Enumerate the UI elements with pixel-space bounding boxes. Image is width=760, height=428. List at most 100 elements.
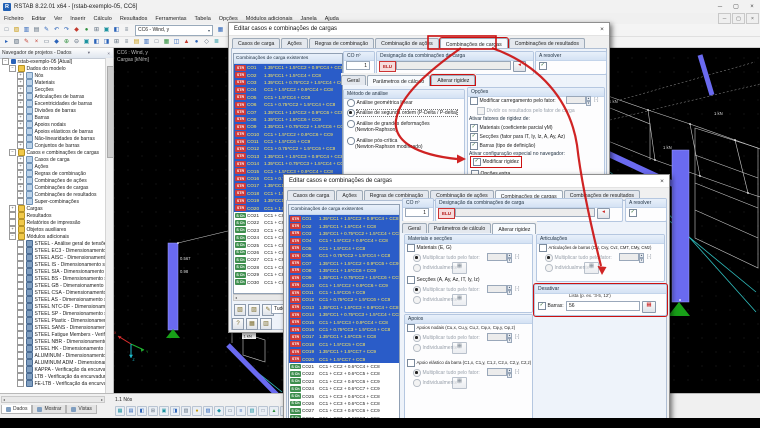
divide-results-checkbox[interactable]: Dividir os resultados pelo fator de carg… <box>477 107 575 115</box>
dialog-title-bar[interactable]: Editar casos e combinações de cargas × <box>229 23 609 36</box>
dialog-tab[interactable]: Combinações de resultados <box>508 38 586 48</box>
tree-item[interactable]: STEEL IS - Dimensionamento segu <box>0 260 106 269</box>
co-number-field[interactable]: 1 <box>346 61 370 70</box>
dialog-close-icon[interactable]: × <box>595 26 609 33</box>
combination-row[interactable]: STR CO13 1.35*CC1 + 1.5*CC3 + 0.9*CC4 + … <box>234 152 342 161</box>
deactivate-members-checkbox[interactable]: ✓ Barras: <box>538 302 564 310</box>
dialog-close-icon[interactable]: × <box>655 178 669 185</box>
tree-item[interactable]: Resultados <box>0 211 106 220</box>
tree-item[interactable]: KAPPA - Verificação da encurvadu <box>0 365 106 374</box>
toolbar-icon[interactable]: ● <box>82 26 91 35</box>
tree-item[interactable]: STEEL Plastic - Dimensionamento <box>0 316 106 325</box>
tree-expander-icon[interactable]: + <box>17 72 24 79</box>
toolbar-icon[interactable]: ≡ <box>122 26 131 35</box>
combination-row[interactable]: STR CO16 CC1 + 0.75*CC3 + 1.5*CC4 + CC8 <box>289 325 399 334</box>
toolbar-icon[interactable]: ▭ <box>42 38 51 47</box>
tree-expander-icon[interactable]: + <box>17 170 24 177</box>
factor-field[interactable] <box>487 368 507 376</box>
tab-alterar-rigidez[interactable]: Alterar rigidez <box>492 223 537 234</box>
tree-expander-icon[interactable] <box>17 359 24 366</box>
members-stiffness-checkbox[interactable]: ✓ Barras (tipo de definição) <box>470 142 535 150</box>
combination-row[interactable]: STR CO7 1.35*CC1 + 1.5*CC2 + 0.9*CC6 + C… <box>234 108 342 116</box>
factor-field[interactable] <box>487 253 507 261</box>
mdi-close-button[interactable]: × <box>746 13 759 24</box>
combination-row[interactable]: S Ch CO27 CC1 + CC3 + 0.6*CC6 + CC9 <box>289 407 399 415</box>
mdi-minimize-button[interactable]: ─ <box>718 13 731 24</box>
maximize-button[interactable]: ▢ <box>728 1 744 13</box>
combination-row[interactable]: STR CO4 CC1 + 1.5*CC2 + 0.9*CC4 + CC8 <box>234 86 342 94</box>
tree-item[interactable]: STEEL CSA - Dimensionamento se <box>0 288 106 297</box>
toolbar-icon[interactable]: ▨ <box>12 38 21 47</box>
load-case-combobox[interactable]: CC6 - Wind, y ▾ <box>135 24 213 36</box>
tree-expander-icon[interactable] <box>17 289 24 296</box>
tree-item[interactable]: STEEL EC3 - Dimensionamento seg <box>0 246 106 255</box>
view-control-icon[interactable]: ● <box>192 406 202 416</box>
tree-expander-icon[interactable] <box>17 380 24 387</box>
materials-stiffness-checkbox[interactable]: ✓ Materiais (coeficiente parcial γM) <box>470 124 553 132</box>
combination-row[interactable]: STR CO6 CC1 + 0.75*CC2 + 1.5*CC4 + CC8 <box>234 100 342 109</box>
toolbar-icon[interactable]: ▥ <box>142 38 151 47</box>
combination-row[interactable]: STR CO9 1.35*CC1 + 0.75*CC2 + 1.5*CC6 + … <box>289 274 399 282</box>
view-control-icon[interactable]: ▭ <box>225 406 235 416</box>
tree-item[interactable]: ALUMINUM ADM - Dimensionam <box>0 358 106 367</box>
tree-expander-icon[interactable] <box>17 345 24 352</box>
tree-expander-icon[interactable]: + <box>17 142 24 149</box>
radio-second-order-analysis[interactable]: Análise de segunda ordem (P-Delta / P-de… <box>347 108 459 117</box>
combination-row[interactable]: S Ch CO23 CC1 + CC2 + 0.6*CC6 + CC9 <box>289 377 399 385</box>
toolbar-icon[interactable]: ▸ <box>2 38 11 47</box>
pin-icon[interactable]: ▾ <box>87 50 91 56</box>
tree-expander-icon[interactable] <box>17 303 24 310</box>
tree-item[interactable]: Super-combinações <box>0 197 106 206</box>
panel-close-icon[interactable]: × <box>106 51 111 56</box>
tree-expander-icon[interactable]: − <box>9 149 16 156</box>
factor-spinner[interactable]: ▴ ▾ <box>507 333 512 343</box>
combination-row[interactable]: STR CO5 CC1 + 1.5*CC4 + CC8 <box>289 244 399 252</box>
tree-item[interactable]: STEEL Fatigue Members - Verificaç <box>0 330 106 339</box>
toolbar-icon[interactable]: ◨ <box>102 38 111 47</box>
tree-item[interactable]: STEEL - Análise geral de tensões d <box>0 239 106 248</box>
tree-item[interactable]: FE-LTB - Verificação da encurvadu <box>0 379 106 388</box>
close-button[interactable]: × <box>744 1 760 13</box>
view-control-icon[interactable]: ≡ <box>236 406 246 416</box>
tree-expander-icon[interactable] <box>17 247 24 254</box>
tree-expander-icon[interactable] <box>17 240 24 247</box>
copy-combination-button[interactable]: ▨ <box>248 304 260 316</box>
tree-item[interactable]: STEEL GB - Dimensionamento seg <box>0 281 106 290</box>
calculate-button[interactable]: ▦ <box>246 318 258 330</box>
toolbar-icon[interactable]: ⊕ <box>62 38 71 47</box>
member-hinges-checkbox[interactable]: Articulações de barras (CN, Cvy, Cvz, CM… <box>539 244 651 252</box>
combination-list[interactable]: Combinações de carga existentes STR CO1 … <box>288 204 400 421</box>
menu-item[interactable]: Janela <box>297 16 321 22</box>
tree-item[interactable]: + Barras <box>0 113 106 122</box>
tree-expander-icon[interactable] <box>17 317 24 324</box>
tree-item[interactable]: Relatórios de impressão <box>0 218 106 227</box>
factor-field[interactable] <box>619 253 639 261</box>
toolbar-icon[interactable]: ▥ <box>22 26 31 35</box>
tree-item[interactable]: − Dados do modelo <box>0 64 106 73</box>
tree-expander-icon[interactable] <box>9 219 16 226</box>
dialog-tab[interactable]: Ações <box>281 38 308 48</box>
tree-expander-icon[interactable] <box>17 261 24 268</box>
tree-expander-icon[interactable] <box>17 282 24 289</box>
combination-row[interactable]: STR CO6 CC1 + 0.75*CC2 + 1.5*CC4 + CC8 <box>289 251 399 260</box>
tree-item[interactable]: STEEL AS - Dimensionamento seg <box>0 295 106 304</box>
tree-item[interactable]: + Regras de combinação <box>0 169 106 178</box>
loading-factor-field[interactable] <box>566 96 586 104</box>
tree-expander-icon[interactable]: − <box>9 233 16 240</box>
toolbar-icon[interactable]: ◧ <box>112 26 121 35</box>
designation-dropdown-button[interactable]: ◂ <box>513 61 526 72</box>
toolbar-icon[interactable]: ▲ <box>182 38 191 47</box>
toolbar-icon[interactable]: ◇ <box>202 38 211 47</box>
tree-expander-icon[interactable] <box>17 135 24 142</box>
view-control-icon[interactable]: ▧ <box>247 406 257 416</box>
pick-members-button[interactable]: ▦ <box>642 301 656 313</box>
menu-item[interactable]: Ferramentas <box>151 16 190 22</box>
tree-expander-icon[interactable] <box>17 128 24 135</box>
view-control-icon[interactable]: ▨ <box>203 406 213 416</box>
tree-expander-icon[interactable]: − <box>2 58 9 65</box>
factor-spinner[interactable]: ▴ ▾ <box>639 253 644 263</box>
individually-button[interactable]: ▦ <box>584 262 599 274</box>
radio-multiply-factor[interactable]: Multiplicar tudo pelo fator: <box>413 286 480 294</box>
tree-expander-icon[interactable]: − <box>9 65 16 72</box>
tree-item[interactable]: Divisões de barras <box>0 106 106 115</box>
